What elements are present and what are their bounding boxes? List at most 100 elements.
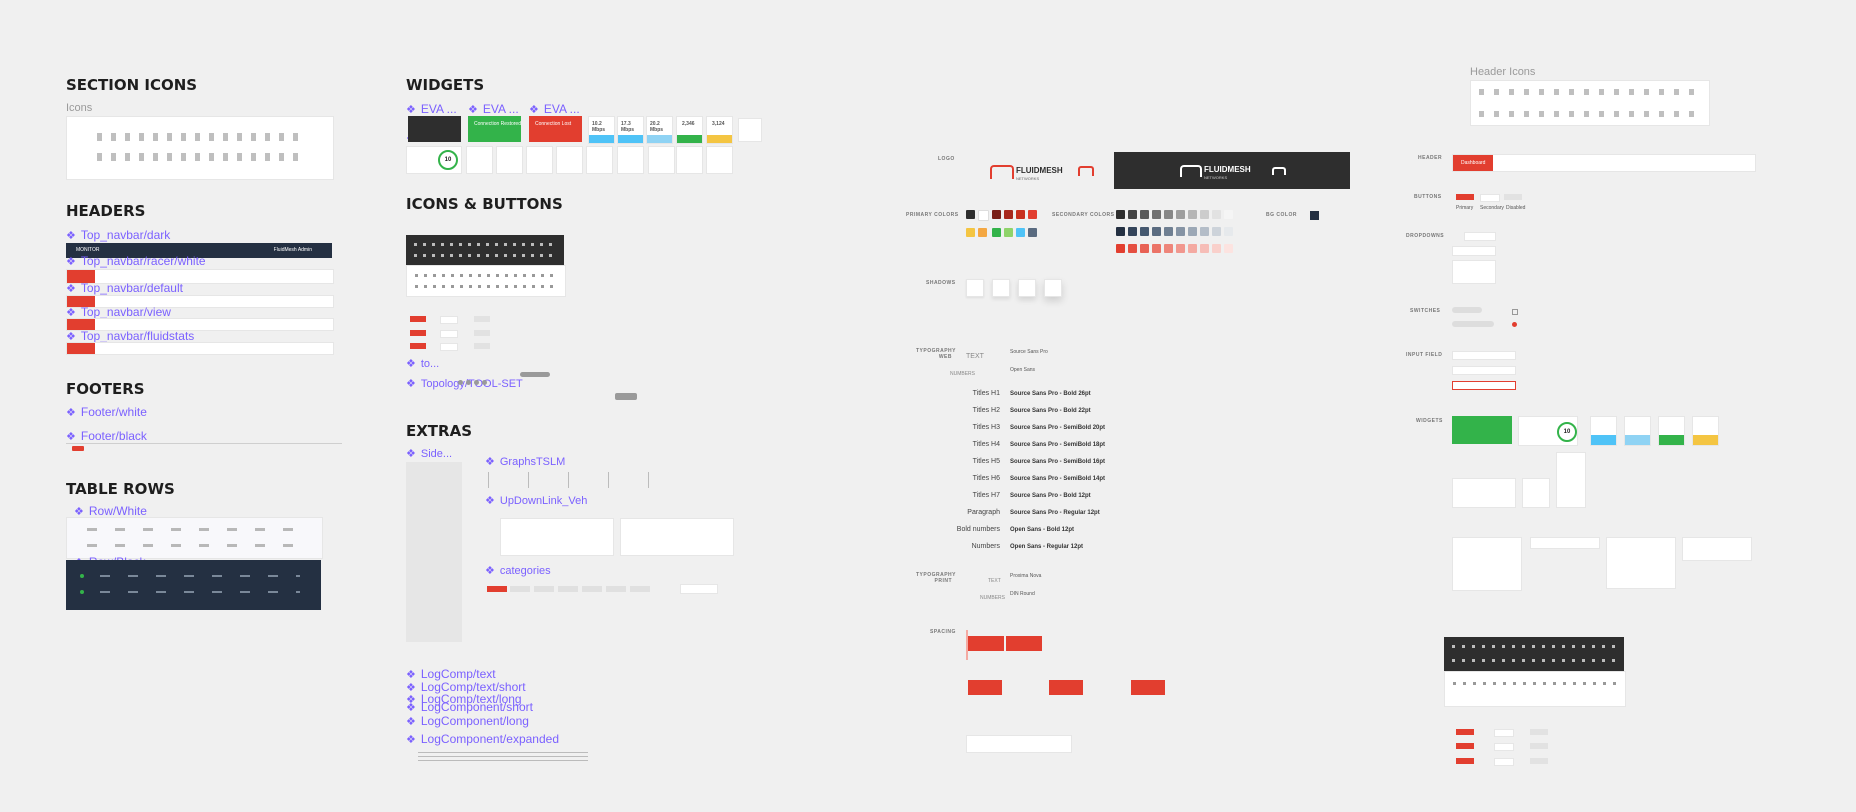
- widget-box-large: [1452, 478, 1516, 508]
- button-primary-r2[interactable]: [1456, 743, 1474, 749]
- graphs-preview: [488, 472, 654, 488]
- button-secondary-3[interactable]: [440, 343, 458, 351]
- widget-value: 3,124: [712, 121, 725, 127]
- button-secondary[interactable]: [440, 316, 458, 324]
- component-top-navbar-racer[interactable]: Top_navbar/racer/white: [66, 254, 206, 268]
- search-card[interactable]: [1530, 537, 1600, 549]
- typo-value: Source Sans Pro - Bold 22pt: [1010, 408, 1091, 414]
- component-top-navbar-dark[interactable]: Top_navbar/dark: [66, 228, 170, 242]
- button-primary-r1[interactable]: [1456, 729, 1474, 735]
- widget-sample-4: [1624, 416, 1651, 446]
- button-secondary-r2[interactable]: [1494, 743, 1514, 751]
- category-chips[interactable]: [510, 586, 650, 592]
- logo-sub-white: NETWORKS: [1204, 175, 1228, 180]
- widget-wave: [647, 135, 672, 143]
- input-sample-error[interactable]: [1452, 381, 1516, 390]
- button-disabled-r2: [1530, 743, 1548, 749]
- typography-print-label: TYPOGRAPHY PRINT: [916, 572, 957, 584]
- checkbox-sample[interactable]: [1512, 309, 1518, 315]
- header-label: HEADER: [1418, 155, 1443, 161]
- input-sample-1[interactable]: [1452, 351, 1516, 360]
- dropdown-sample-2[interactable]: [1452, 246, 1496, 256]
- component-updownlink[interactable]: UpDownLink_Veh: [485, 494, 587, 507]
- secondary-button[interactable]: [1480, 194, 1500, 202]
- button-primary-3[interactable]: [410, 343, 426, 349]
- switch-sample-1[interactable]: [1452, 307, 1482, 313]
- primary-button-caption: Primary: [1456, 205, 1474, 211]
- table-row: [87, 544, 307, 547]
- widgets-title: WIDGETS: [406, 76, 485, 94]
- component-top-navbar-view[interactable]: Top_navbar/view: [66, 305, 171, 319]
- table-row: [100, 591, 300, 593]
- typo-label: Numbers: [971, 543, 1000, 550]
- button-disabled: [474, 316, 490, 322]
- button-secondary-2[interactable]: [440, 330, 458, 338]
- secondary-color-swatches: [1116, 210, 1246, 256]
- typography-web-label: TYPOGRAPHY WEB: [916, 348, 957, 360]
- component-categories[interactable]: categories: [485, 564, 551, 577]
- component-logcomponent-expanded[interactable]: LogComponent/expanded: [406, 732, 559, 746]
- fluidmesh-logo-white-icon: [1180, 165, 1202, 177]
- switch-sample-2[interactable]: [1452, 321, 1494, 327]
- updown-card-1: [500, 518, 614, 556]
- component-side[interactable]: Side...: [406, 447, 452, 460]
- component-to[interactable]: to...: [406, 357, 439, 370]
- widget-box-9: [706, 146, 733, 174]
- input-sample-2[interactable]: [1452, 366, 1516, 375]
- alert-text: Connection Restored: [474, 121, 521, 127]
- section-icons-title: SECTION ICONS: [66, 76, 198, 94]
- header-dashboard-tab[interactable]: Dashboard: [1453, 155, 1493, 171]
- typo-value: Source Sans Pro - SemiBold 16pt: [1010, 459, 1106, 465]
- dropdown-sample-1[interactable]: [1464, 232, 1496, 241]
- button-primary[interactable]: [410, 316, 426, 322]
- text-label: TEXT: [966, 353, 984, 360]
- category-search[interactable]: [680, 584, 718, 594]
- component-eva-3[interactable]: EVA ...: [529, 102, 580, 116]
- print-numbers-sample: DIN Round: [1010, 591, 1035, 597]
- typo-label: Titles H6: [972, 475, 1000, 482]
- print-numbers-label: NUMBERS: [980, 595, 1006, 601]
- gauge-value: 10: [1557, 422, 1577, 442]
- status-dot-icon: [80, 574, 84, 578]
- component-footer-black[interactable]: Footer/black: [66, 429, 147, 443]
- headers-title: HEADERS: [66, 202, 146, 220]
- button-primary-2[interactable]: [410, 330, 426, 336]
- toolset-widget[interactable]: [615, 393, 637, 400]
- category-chip-active[interactable]: [487, 586, 507, 592]
- widget-wave: [1693, 435, 1718, 445]
- component-logcomponent-long[interactable]: LogComponent/long: [406, 714, 529, 728]
- toolset-pill[interactable]: [520, 372, 550, 377]
- bg-color-swatch: [1310, 211, 1319, 220]
- header-icon-row: [1479, 111, 1699, 117]
- widget-box-5: [586, 146, 613, 174]
- icons-panel: [66, 116, 334, 180]
- widget-box-7: [648, 146, 675, 174]
- component-top-navbar-default[interactable]: Top_navbar/default: [66, 281, 183, 295]
- footer-preview-line: [66, 443, 342, 444]
- component-top-navbar-fluidstats[interactable]: Top_navbar/fluidstats: [66, 329, 194, 343]
- widget-wave: [618, 135, 643, 143]
- button-secondary-r1[interactable]: [1494, 729, 1514, 737]
- toolbar-icon-row: [1452, 659, 1616, 662]
- print-font-sample: Proxima Nova: [1010, 573, 1042, 579]
- radio-sample[interactable]: [1512, 322, 1517, 327]
- component-logcomp-text[interactable]: LogComp/text: [406, 667, 496, 681]
- component-footer-white[interactable]: Footer/white: [66, 405, 147, 419]
- widgets-label: WIDGETS: [1416, 418, 1443, 424]
- component-logcomponent-short[interactable]: LogComponent/short: [406, 700, 533, 714]
- component-eva-1[interactable]: EVA ...: [406, 102, 457, 116]
- button-secondary-r3[interactable]: [1494, 758, 1514, 766]
- widget-box-4: [556, 146, 583, 174]
- numbers-label: NUMBERS: [950, 371, 976, 377]
- component-row-white[interactable]: Row/White: [74, 504, 147, 518]
- primary-button[interactable]: [1456, 194, 1474, 200]
- toolbar-icon-row: [1453, 682, 1617, 685]
- component-graphs-tslm[interactable]: GraphsTSLM: [485, 455, 565, 468]
- widget-box-3: [526, 146, 553, 174]
- dropdown-sample-open[interactable]: [1452, 260, 1496, 284]
- component-eva-2[interactable]: EVA ...: [468, 102, 519, 116]
- fluidmesh-mark-white-icon: [1272, 167, 1286, 175]
- widget-alert-dark: [408, 116, 461, 142]
- table-row: [87, 528, 307, 531]
- button-primary-r3[interactable]: [1456, 758, 1474, 764]
